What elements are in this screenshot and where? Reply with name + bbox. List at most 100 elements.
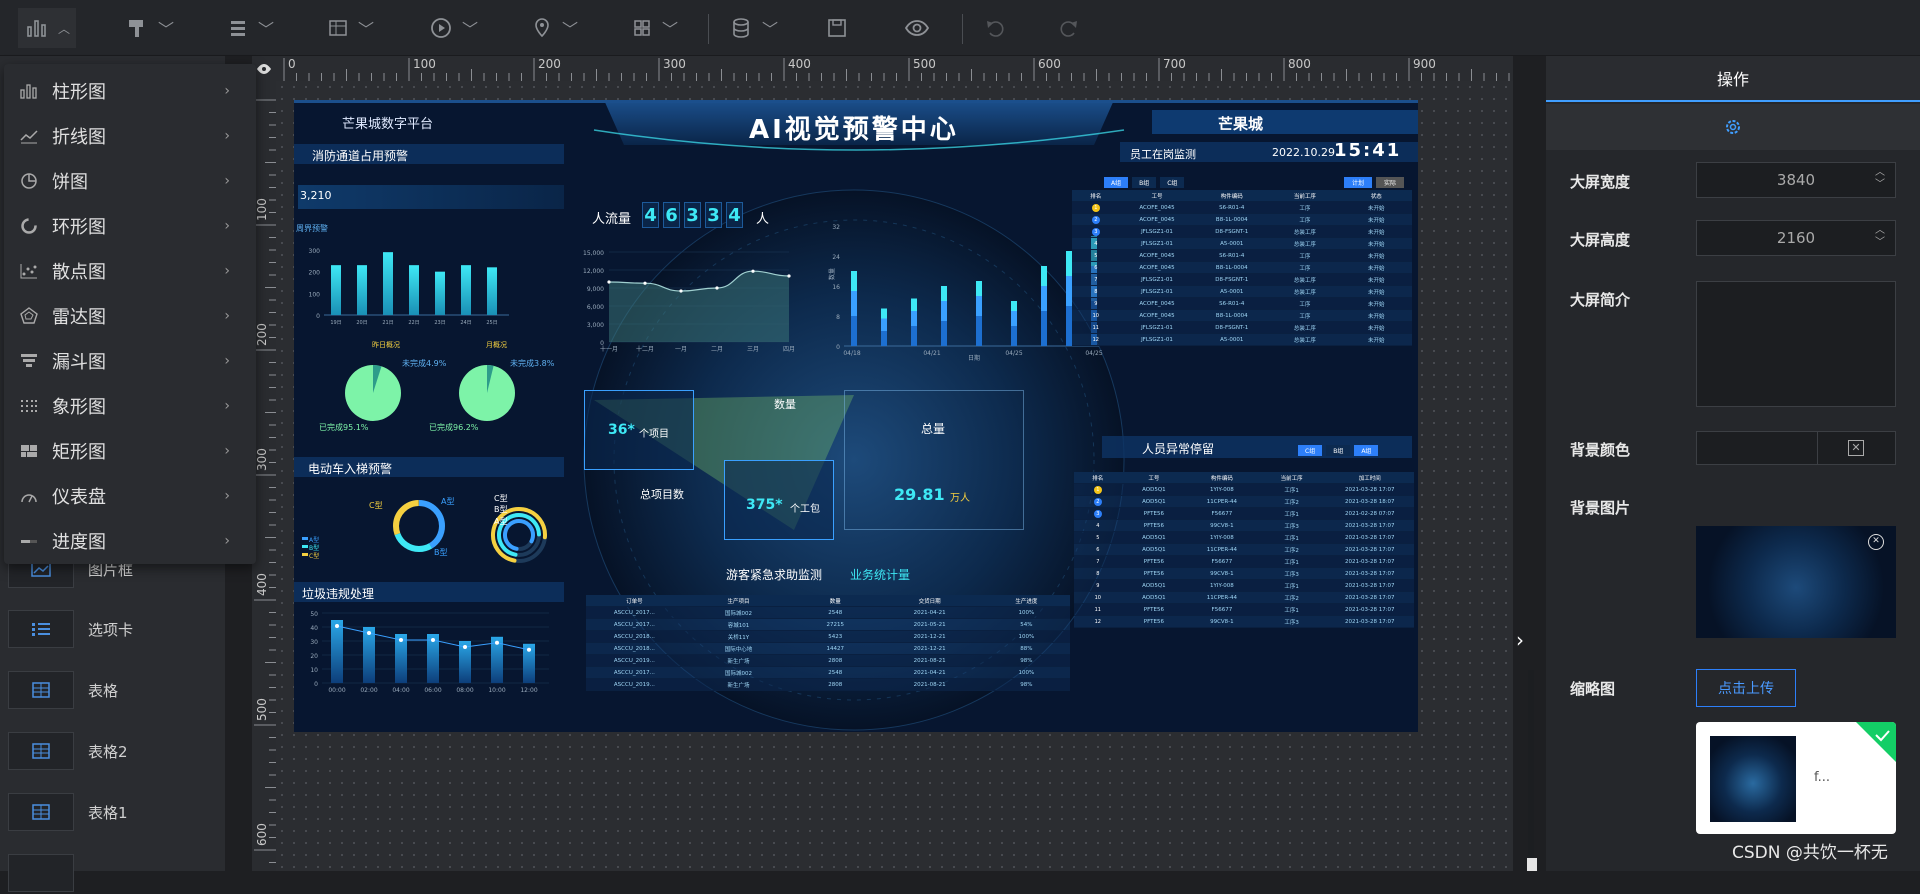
undo-button[interactable]: [984, 10, 1006, 46]
menu-item-gauge-chart[interactable]: 仪表盘 ›: [4, 473, 256, 518]
table-row[interactable]: 9 ACOFE_0045 S6-R01-4 工序 未开始: [1072, 298, 1412, 310]
table-row[interactable]: 8 PFTE56 99CV8-1 工序3 2021-03-28 17:07: [1074, 568, 1414, 580]
ebike-legend-swatch: [302, 545, 308, 548]
width-input[interactable]: 3840 ︿ ﹀: [1696, 162, 1896, 198]
staff-tab[interactable]: C组: [1160, 177, 1185, 188]
table-row[interactable]: ASCCU_2019... 新生广场 2808 2021-08-21 98%: [586, 655, 1070, 667]
table-row[interactable]: ASCCU_2018... 国际中心地 14427 2021-12-21 88%: [586, 643, 1070, 655]
menu-item-funnel-chart[interactable]: 漏斗图 ›: [4, 338, 256, 383]
menu-item-bar-chart[interactable]: 柱形图 ›: [4, 68, 256, 113]
table-row[interactable]: 5 ACOFE_0045 S6-R01-4 工序 未开始: [1072, 250, 1412, 262]
remove-image-icon[interactable]: ✕: [1868, 534, 1884, 550]
table-row[interactable]: ASCCU_2019... 新生广场 2808 2021-08-21 98%: [586, 679, 1070, 691]
clear-color-icon[interactable]: ✕: [1848, 440, 1864, 456]
upload-button[interactable]: 点击上传: [1696, 669, 1796, 707]
settings-tab[interactable]: [1546, 104, 1920, 150]
stepper-icon[interactable]: ︿ ﹀: [1875, 167, 1885, 191]
flow-area: [609, 271, 789, 342]
table-row[interactable]: 7 PFTE56 F56677 工序1 2021-03-28 17:07: [1074, 556, 1414, 568]
map-menu-button[interactable]: ﹀: [532, 10, 578, 46]
staff-tab[interactable]: A组: [1104, 177, 1129, 188]
table-row[interactable]: ASCCU_2017... 国际城002 2548 2021-04-21 100%: [586, 667, 1070, 679]
table-row[interactable]: 10 ACOFE_0045 B8-1L-0004 工序 未开始: [1072, 310, 1412, 322]
table-menu-button[interactable]: ﹀: [328, 10, 374, 46]
flow-xtick: 十二月: [636, 345, 654, 353]
table-row[interactable]: ASCCU_2017... 容城101 27215 2021-05-21 54%: [586, 619, 1070, 631]
bg-color-picker[interactable]: ✕: [1696, 431, 1896, 465]
table-row[interactable]: 8 JFLSGZ1-01 A5-0001 总装工序 未开始: [1072, 286, 1412, 298]
component-item-table[interactable]: 表格: [8, 665, 218, 711]
table-cell: 2021-08-21: [913, 657, 946, 664]
component-item-table1[interactable]: 表格1: [8, 787, 218, 833]
menu-item-progress-chart[interactable]: 进度图 ›: [4, 518, 256, 563]
table-row[interactable]: ASCCU_2017... 国际城002 2548 2021-04-21 100%: [586, 607, 1070, 619]
table-row[interactable]: 12 JFLSGZ1-01 A5-0001 总装工序 未开始: [1072, 334, 1412, 346]
menu-item-radar-chart[interactable]: 雷达图 ›: [4, 293, 256, 338]
list-menu-button[interactable]: ﹀: [228, 10, 274, 46]
table-row[interactable]: 3 JFLSGZ1-01 D8-FSGNT-1 总装工序 未开始: [1072, 226, 1412, 238]
abnormal-tab[interactable]: C组: [1298, 445, 1323, 456]
menu-item-pie-chart[interactable]: 饼图 ›: [4, 158, 256, 203]
table-row[interactable]: 4 PFTE56 99CV8-1 工序3 2021-03-28 17:07: [1074, 520, 1414, 532]
redo-button[interactable]: [1058, 10, 1080, 46]
media-menu-button[interactable]: ﹀: [430, 10, 478, 46]
database-menu-button[interactable]: ﹀: [730, 10, 778, 46]
table-row[interactable]: 10 AOD5Q1 11CPER-44 工序2 2021-03-28 17:07: [1074, 592, 1414, 604]
table-cell: 2021-03-28 17:07: [1344, 618, 1395, 625]
table-row[interactable]: 6 ACOFE_0045 B8-1L-0004 工序 未开始: [1072, 262, 1412, 274]
abnormal-tab[interactable]: B组: [1326, 445, 1351, 456]
table-row[interactable]: 1 ACOFE_0045 S6-R01-4 工序 未开始: [1072, 202, 1412, 214]
table-row[interactable]: 2 ACOFE_0045 B8-1L-0004 工序 未开始: [1072, 214, 1412, 226]
radar-chart-icon: [18, 305, 40, 327]
table-header-cell: 订单号: [626, 598, 643, 605]
table-row[interactable]: 5 AOD5Q1 1YIY-008 工序1 2021-03-28 17:07: [1074, 532, 1414, 544]
plan-button[interactable]: 计划: [1344, 177, 1373, 188]
properties-tab[interactable]: 操作: [1546, 56, 1920, 102]
menu-item-ring-chart[interactable]: 环形图 ›: [4, 203, 256, 248]
stepper-icon[interactable]: ︿ ﹀: [1875, 225, 1885, 249]
bg-color-label: 背景颜色: [1570, 441, 1631, 459]
preview-button[interactable]: [904, 10, 930, 46]
height-input[interactable]: 2160 ︿ ﹀: [1696, 220, 1896, 256]
menu-item-scatter-chart[interactable]: 散点图 ›: [4, 248, 256, 293]
bg-image-preview[interactable]: ✕: [1696, 526, 1896, 638]
table-row[interactable]: 12 PFTE56 99CV8-1 工序3 2021-03-28 17:07: [1074, 616, 1414, 628]
apps-menu-button[interactable]: ﹀: [632, 10, 678, 46]
desc-textarea[interactable]: [1696, 281, 1896, 407]
component-item-partial[interactable]: [8, 848, 218, 894]
component-item-table2[interactable]: 表格2: [8, 726, 218, 772]
chart-menu-button[interactable]: ︿: [18, 8, 76, 48]
vertical-scrollbar-thumb[interactable]: [1527, 858, 1537, 871]
table-row[interactable]: 1 AOD5Q1 1YIY-008 工序1 2021-03-28 17:07: [1074, 484, 1414, 496]
table-row[interactable]: ASCCU_2018... 关桥11Y 5423 2021-12-21 100%: [586, 631, 1070, 643]
table-row[interactable]: 2 AOD5Q1 11CPER-44 工序2 2021-03-28 18:07: [1074, 496, 1414, 508]
tabs-icon: [8, 610, 74, 648]
table-row[interactable]: 11 JFLSGZ1-01 D8-FSGNT-1 总装工序 未开始: [1072, 322, 1412, 334]
menu-item-pictorial-chart[interactable]: 象形图 ›: [4, 383, 256, 428]
staff-tab[interactable]: B组: [1132, 177, 1157, 188]
menu-item-line-chart[interactable]: 折线图 ›: [4, 113, 256, 158]
table-header-cell: 构件编码: [1220, 193, 1243, 200]
table-row[interactable]: 4 JFLSGZ1-01 A5-0001 总装工序 未开始: [1072, 238, 1412, 250]
table-row[interactable]: 7 JFLSGZ1-01 D8-FSGNT-1 总装工序 未开始: [1072, 274, 1412, 286]
table-row[interactable]: 3 PFTE56 F56677 工序1 2021-02-28 07:07: [1074, 508, 1414, 520]
menu-item-treemap-chart[interactable]: 矩形图 ›: [4, 428, 256, 473]
dashboard-screen[interactable]: 芒果城数字平台 AI视觉预警中心 芒果城 消防通道占用预警 3,210 周界预警…: [294, 100, 1418, 732]
save-button[interactable]: [826, 10, 848, 46]
table-row[interactable]: 9 AOD5Q1 1YIY-008 工序1 2021-03-28 17:07: [1074, 580, 1414, 592]
rank-badge: 3: [1091, 227, 1100, 236]
vertical-scrollbar[interactable]: [1528, 670, 1534, 871]
table-row[interactable]: 6 AOD5Q1 11CPER-44 工序2 2021-03-28 17:07: [1074, 544, 1414, 556]
abnormal-tab[interactable]: A组: [1354, 445, 1379, 456]
ebike-label-a: A型: [441, 497, 455, 506]
table-row[interactable]: 11 PFTE56 F56677 工序1 2021-03-28 17:07: [1074, 604, 1414, 616]
table-cell: 2808: [828, 681, 843, 688]
fire-xtick: 25日: [486, 320, 497, 325]
table-cell: 未开始: [1368, 277, 1385, 284]
paint-menu-button[interactable]: ﹀: [126, 10, 174, 46]
uploaded-file-card[interactable]: f...: [1696, 722, 1896, 834]
collapse-panel-button[interactable]: ›: [1516, 628, 1524, 652]
actual-button[interactable]: 实际: [1376, 177, 1405, 188]
component-item-tabs[interactable]: 选项卡: [8, 604, 218, 650]
table-cell: 总装工序: [1293, 277, 1316, 284]
